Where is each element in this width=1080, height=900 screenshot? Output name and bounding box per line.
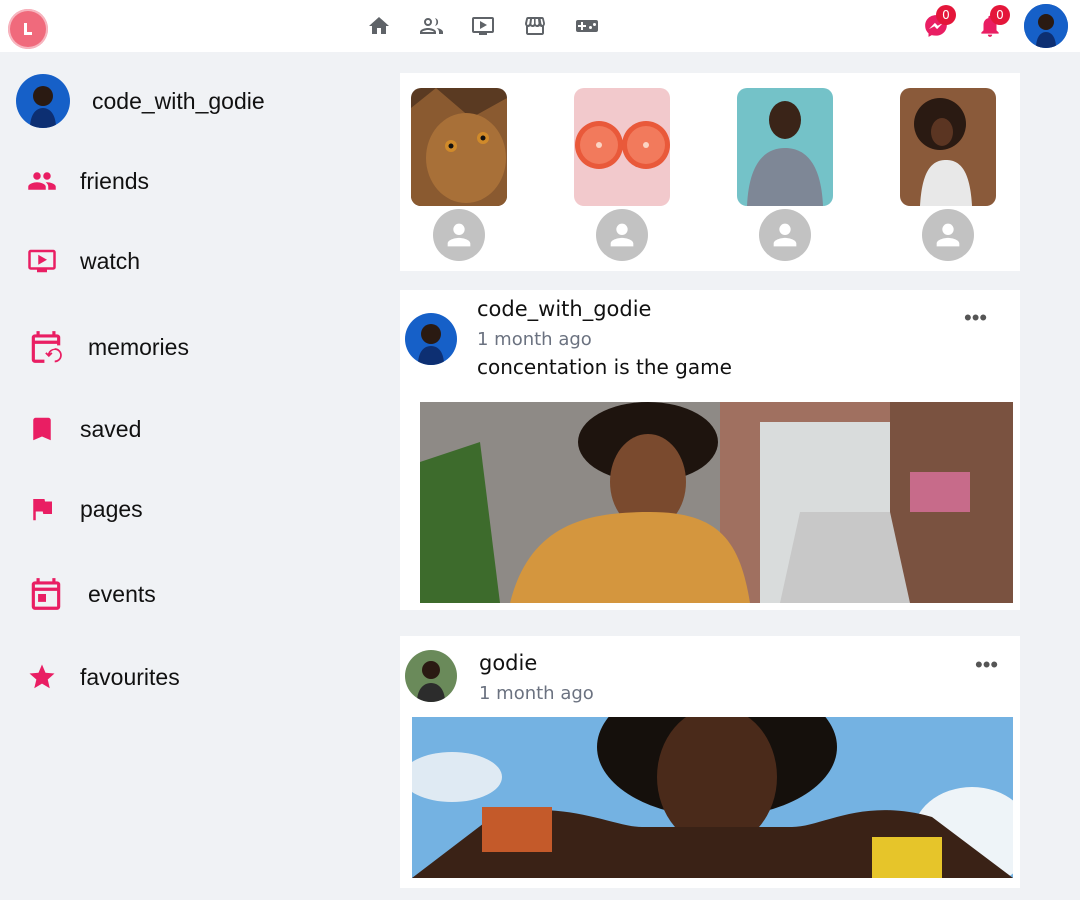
sidebar-item-saved[interactable]: saved: [26, 413, 141, 445]
sidebar-item-favourites[interactable]: favourites: [26, 661, 180, 693]
story-user-avatar: [759, 209, 811, 261]
post-text: concentation is the game: [477, 355, 732, 379]
post-timestamp: 1 month ago: [479, 683, 594, 704]
gaming-icon[interactable]: [573, 14, 601, 38]
sidebar-item-label: saved: [80, 415, 142, 442]
story-user-avatar: [596, 209, 648, 261]
flag-icon: [26, 493, 58, 525]
post-timestamp: 1 month ago: [477, 329, 592, 350]
sidebar-profile[interactable]: code_with_godie: [16, 74, 265, 128]
messenger-button[interactable]: 0: [916, 5, 956, 46]
left-sidebar: code_with_godie friends watch memories s…: [0, 52, 390, 900]
sidebar-item-label: friends: [80, 167, 150, 194]
star-icon: [26, 661, 58, 693]
post-image[interactable]: [420, 402, 1013, 603]
friends-icon: [26, 165, 58, 197]
post-author-name[interactable]: godie: [479, 651, 537, 675]
watch-icon[interactable]: [469, 14, 497, 38]
post-image[interactable]: [412, 717, 1013, 878]
story-user-avatar: [922, 209, 974, 261]
feed-post: godie 1 month ago •••: [400, 636, 1020, 888]
notifications-count-badge: 0: [990, 5, 1010, 25]
notifications-button[interactable]: 0: [970, 5, 1010, 46]
friends-icon[interactable]: [417, 14, 445, 38]
stories-panel: [400, 73, 1020, 271]
person-icon: [447, 223, 471, 247]
top-navbar: 0 0: [0, 0, 1080, 52]
post-author-name[interactable]: code_with_godie: [477, 297, 651, 321]
post-author-avatar[interactable]: [405, 313, 457, 365]
sidebar-item-friends[interactable]: friends: [26, 165, 149, 197]
sidebar-item-memories[interactable]: memories: [26, 327, 189, 367]
sidebar-item-label: watch: [80, 247, 141, 274]
user-avatar[interactable]: [1024, 4, 1068, 48]
sidebar-item-label: pages: [80, 495, 143, 522]
sidebar-item-watch[interactable]: watch: [26, 245, 140, 277]
sidebar-item-label: events: [88, 580, 156, 607]
profile-avatar: [16, 74, 70, 128]
person-icon: [610, 223, 634, 247]
marketplace-icon[interactable]: [521, 14, 549, 38]
watch-icon: [26, 245, 58, 277]
profile-name: code_with_godie: [92, 87, 265, 114]
story-card[interactable]: [737, 88, 833, 261]
bookmark-icon: [26, 413, 58, 445]
sidebar-item-pages[interactable]: pages: [26, 493, 143, 525]
home-icon[interactable]: [365, 14, 393, 38]
more-options-icon[interactable]: •••: [975, 654, 998, 676]
story-user-avatar: [433, 209, 485, 261]
story-image-man-portrait: [737, 88, 833, 206]
story-image-grapefruit: [574, 88, 670, 206]
person-icon: [773, 223, 797, 247]
person-icon: [936, 223, 960, 247]
feed-post: code_with_godie 1 month ago concentation…: [400, 290, 1020, 610]
sidebar-item-label: memories: [88, 333, 189, 360]
main-nav: [365, 14, 601, 38]
memories-icon: [26, 327, 66, 367]
sidebar-item-label: favourites: [80, 663, 180, 690]
messenger-count-badge: 0: [936, 5, 956, 25]
story-image-cat: [411, 88, 507, 206]
logo-icon: [24, 23, 32, 35]
more-options-icon[interactable]: •••: [964, 307, 987, 329]
story-card[interactable]: [411, 88, 507, 261]
app-logo[interactable]: [8, 9, 48, 49]
sidebar-item-events[interactable]: events: [26, 574, 156, 614]
post-author-avatar[interactable]: [405, 650, 457, 702]
story-card[interactable]: [574, 88, 670, 261]
calendar-icon: [26, 574, 66, 614]
story-card[interactable]: [900, 88, 996, 261]
story-image-woman-portrait: [900, 88, 996, 206]
